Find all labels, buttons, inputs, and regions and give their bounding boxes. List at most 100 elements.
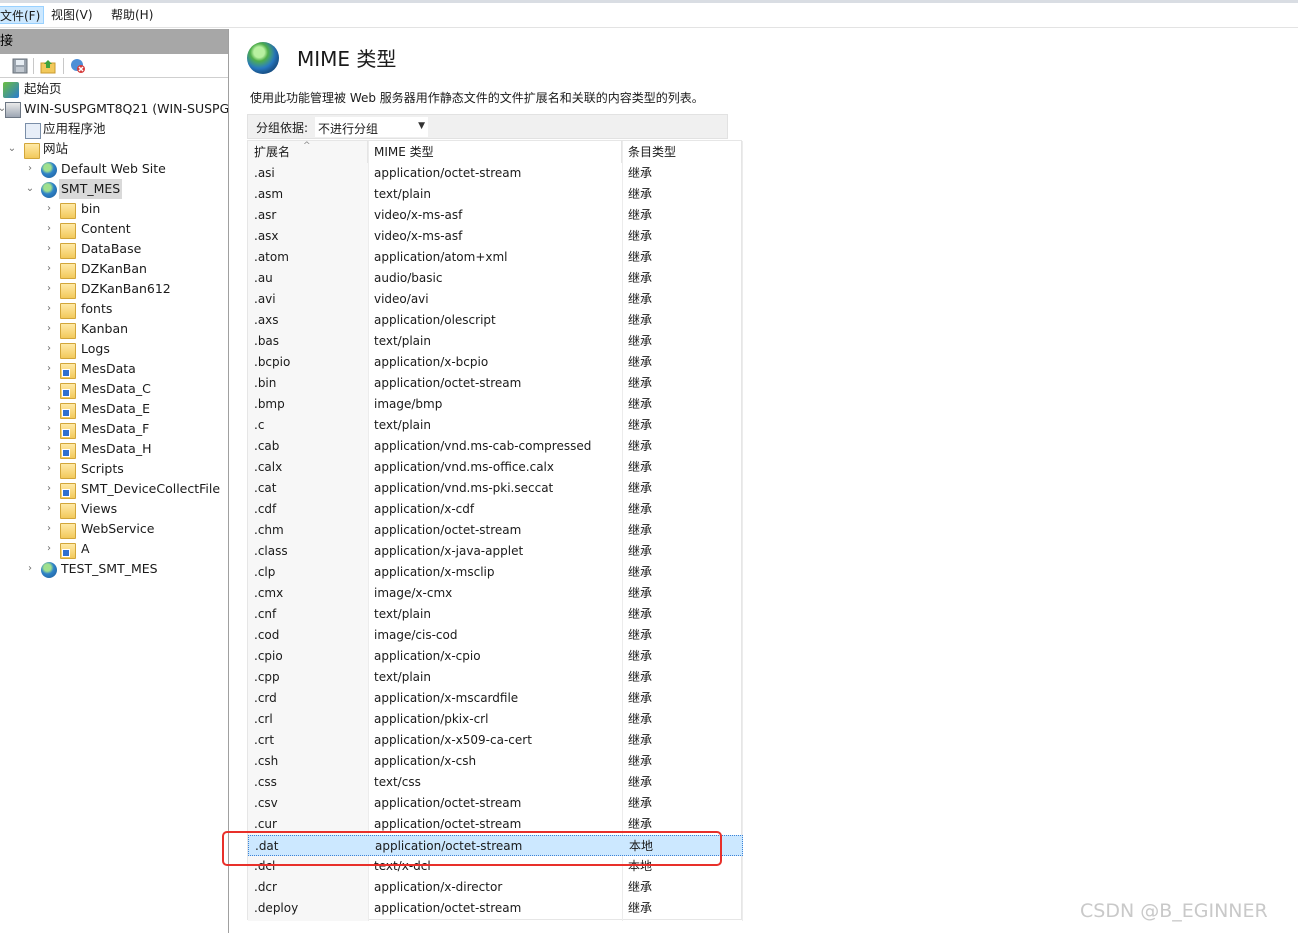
tree-item-bin[interactable]: › bin bbox=[0, 199, 228, 219]
tree-item-kanban[interactable]: › Kanban bbox=[0, 319, 228, 339]
table-row[interactable]: .asx video/x-ms-asf 继承 bbox=[248, 226, 743, 247]
table-row[interactable]: .cmx image/x-cmx 继承 bbox=[248, 583, 743, 604]
folder-icon bbox=[60, 343, 76, 359]
chevron-right-icon[interactable]: › bbox=[44, 339, 54, 359]
tree-item-test-smt-mes[interactable]: › TEST_SMT_MES bbox=[0, 559, 228, 579]
column-header-entry-type[interactable]: 条目类型 bbox=[622, 141, 742, 163]
tree-item-default-web-site[interactable]: › Default Web Site bbox=[0, 159, 228, 179]
chevron-down-icon[interactable]: ⌄ bbox=[25, 179, 35, 199]
cell-mime-type: application/vnd.ms-cab-compressed bbox=[374, 439, 592, 453]
chevron-right-icon[interactable]: › bbox=[44, 219, 54, 239]
cell-entry-type: 继承 bbox=[628, 670, 653, 684]
column-header-extension[interactable]: 扩展名 ^ bbox=[248, 141, 368, 163]
tree-item-server[interactable]: ⌄ WIN-SUSPGMT8Q21 (WIN-SUSPGM bbox=[0, 99, 228, 119]
table-row[interactable]: .cat application/vnd.ms-pki.seccat 继承 bbox=[248, 478, 743, 499]
chevron-right-icon[interactable]: › bbox=[44, 439, 54, 459]
tree-item-label: WebService bbox=[81, 521, 155, 536]
menu-file[interactable]: 文件(F) bbox=[0, 6, 45, 24]
table-row[interactable]: .cdf application/x-cdf 继承 bbox=[248, 499, 743, 520]
chevron-right-icon[interactable]: › bbox=[44, 379, 54, 399]
table-row[interactable]: .css text/css 继承 bbox=[248, 772, 743, 793]
tree-item-content[interactable]: › Content bbox=[0, 219, 228, 239]
table-row[interactable]: .deploy application/octet-stream 继承 bbox=[248, 898, 743, 919]
tree-item-dzkanban612[interactable]: › DZKanBan612 bbox=[0, 279, 228, 299]
table-row[interactable]: .asr video/x-ms-asf 继承 bbox=[248, 205, 743, 226]
tree-item-logs[interactable]: › Logs bbox=[0, 339, 228, 359]
tree-item-mesdata-c[interactable]: › MesData_C bbox=[0, 379, 228, 399]
chevron-right-icon[interactable]: › bbox=[44, 519, 54, 539]
table-row[interactable]: .class application/x-java-applet 继承 bbox=[248, 541, 743, 562]
tree-item-a[interactable]: › A bbox=[0, 539, 228, 559]
table-row[interactable]: .cnf text/plain 继承 bbox=[248, 604, 743, 625]
chevron-right-icon[interactable]: › bbox=[44, 499, 54, 519]
tree-item-smt-devicecollectfile[interactable]: › SMT_DeviceCollectFile bbox=[0, 479, 228, 499]
table-row[interactable]: .c text/plain 继承 bbox=[248, 415, 743, 436]
table-row[interactable]: .csh application/x-csh 继承 bbox=[248, 751, 743, 772]
tree-item-mesdata-e[interactable]: › MesData_E bbox=[0, 399, 228, 419]
tree-item-mesdata-h[interactable]: › MesData_H bbox=[0, 439, 228, 459]
dropdown-arrow-icon[interactable]: ▾ bbox=[0, 62, 2, 70]
tree-item-webservice[interactable]: › WebService bbox=[0, 519, 228, 539]
table-row[interactable]: .cpio application/x-cpio 继承 bbox=[248, 646, 743, 667]
menu-view[interactable]: 视图(V) bbox=[48, 6, 96, 24]
disconnect-icon[interactable] bbox=[70, 58, 86, 74]
table-row[interactable]: .dcr application/x-director 继承 bbox=[248, 877, 743, 898]
chevron-right-icon[interactable]: › bbox=[25, 559, 35, 579]
chevron-right-icon[interactable]: › bbox=[44, 479, 54, 499]
chevron-right-icon[interactable]: › bbox=[44, 459, 54, 479]
table-row[interactable]: .chm application/octet-stream 继承 bbox=[248, 520, 743, 541]
chevron-right-icon[interactable]: › bbox=[44, 419, 54, 439]
table-row[interactable]: .bmp image/bmp 继承 bbox=[248, 394, 743, 415]
save-icon[interactable] bbox=[12, 58, 28, 74]
tree-item-scripts[interactable]: › Scripts bbox=[0, 459, 228, 479]
chevron-right-icon[interactable]: › bbox=[44, 539, 54, 559]
menu-help[interactable]: 帮助(H) bbox=[108, 6, 156, 24]
table-row[interactable]: .calx application/vnd.ms-office.calx 继承 bbox=[248, 457, 743, 478]
tree-item-database[interactable]: › DataBase bbox=[0, 239, 228, 259]
table-row[interactable]: .bcpio application/x-bcpio 继承 bbox=[248, 352, 743, 373]
tree-item-smt-mes[interactable]: ⌄ SMT_MES bbox=[0, 179, 228, 199]
table-row[interactable]: .clp application/x-msclip 继承 bbox=[248, 562, 743, 583]
tree-item-mesdata-f[interactable]: › MesData_F bbox=[0, 419, 228, 439]
table-row[interactable]: .csv application/octet-stream 继承 bbox=[248, 793, 743, 814]
table-row[interactable]: .crl application/pkix-crl 继承 bbox=[248, 709, 743, 730]
table-row[interactable]: .au audio/basic 继承 bbox=[248, 268, 743, 289]
chevron-right-icon[interactable]: › bbox=[44, 359, 54, 379]
table-row[interactable]: .cod image/cis-cod 继承 bbox=[248, 625, 743, 646]
table-row[interactable]: .cpp text/plain 继承 bbox=[248, 667, 743, 688]
chevron-right-icon[interactable]: › bbox=[44, 299, 54, 319]
column-header-mime-type[interactable]: MIME 类型 bbox=[368, 141, 622, 163]
app-folder-icon bbox=[60, 443, 76, 459]
table-row[interactable]: .asm text/plain 继承 bbox=[248, 184, 743, 205]
table-row[interactable]: .axs application/olescript 继承 bbox=[248, 310, 743, 331]
tree-item-fonts[interactable]: › fonts bbox=[0, 299, 228, 319]
chevron-down-icon[interactable]: ⌄ bbox=[7, 139, 17, 159]
table-row[interactable]: .atom application/atom+xml 继承 bbox=[248, 247, 743, 268]
cell-extension: .bmp bbox=[254, 397, 285, 411]
tree-item-mesdata[interactable]: › MesData bbox=[0, 359, 228, 379]
chevron-right-icon[interactable]: › bbox=[44, 279, 54, 299]
up-folder-icon[interactable] bbox=[40, 58, 56, 74]
table-row[interactable]: .bas text/plain 继承 bbox=[248, 331, 743, 352]
folder-icon bbox=[60, 503, 76, 519]
table-row[interactable]: .avi video/avi 继承 bbox=[248, 289, 743, 310]
tree-item-dzkanban[interactable]: › DZKanBan bbox=[0, 259, 228, 279]
table-row[interactable]: .crd application/x-mscardfile 继承 bbox=[248, 688, 743, 709]
group-by-select[interactable]: 不进行分组 ▼ bbox=[315, 117, 428, 137]
table-row[interactable]: .bin application/octet-stream 继承 bbox=[248, 373, 743, 394]
chevron-right-icon[interactable]: › bbox=[44, 399, 54, 419]
tree-item-app-pools[interactable]: 应用程序池 bbox=[0, 119, 228, 139]
table-row[interactable]: .crt application/x-x509-ca-cert 继承 bbox=[248, 730, 743, 751]
table-row[interactable]: .asi application/octet-stream 继承 bbox=[248, 163, 743, 184]
tree-item-sites[interactable]: ⌄ 网站 bbox=[0, 139, 228, 159]
tree-item-views[interactable]: › Views bbox=[0, 499, 228, 519]
table-row[interactable]: .cab application/vnd.ms-cab-compressed 继承 bbox=[248, 436, 743, 457]
chevron-right-icon[interactable]: › bbox=[44, 239, 54, 259]
chevron-right-icon[interactable]: › bbox=[44, 199, 54, 219]
chevron-right-icon[interactable]: › bbox=[44, 319, 54, 339]
chevron-right-icon[interactable]: › bbox=[44, 259, 54, 279]
tree-item-label: Scripts bbox=[81, 461, 124, 476]
tree-item-start-page[interactable]: 起始页 bbox=[0, 79, 228, 99]
window-top-edge bbox=[0, 0, 1298, 3]
chevron-right-icon[interactable]: › bbox=[25, 159, 35, 179]
